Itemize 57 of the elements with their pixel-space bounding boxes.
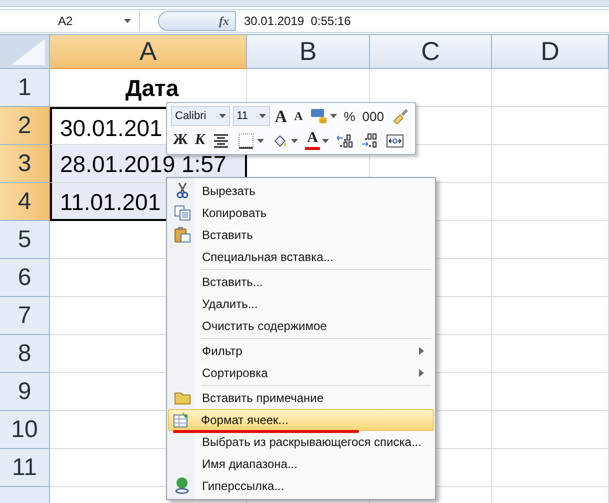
copy-icon <box>174 204 191 221</box>
menu-item[interactable]: Выбрать из раскрывающегося списка... <box>169 431 433 453</box>
toolbar-button[interactable]: A <box>292 106 305 126</box>
menu-item[interactable]: Гиперссылка... <box>169 475 433 497</box>
menu-item[interactable]: Вставить <box>169 224 433 246</box>
row-header[interactable]: 1 <box>0 69 50 107</box>
caret-icon[interactable] <box>124 19 131 23</box>
column-header[interactable]: C <box>370 35 492 69</box>
font-field[interactable]: Calibri <box>171 106 230 126</box>
toolbar-button[interactable]: A <box>303 130 332 151</box>
decimal-arrow-icon <box>336 132 354 149</box>
formula-value[interactable]: 30.01.2019 0:55:16 <box>244 14 351 28</box>
row-header[interactable]: 9 <box>0 373 50 411</box>
column-header[interactable]: A <box>50 35 247 69</box>
menu-item[interactable]: Сортировка <box>169 362 433 384</box>
row-header[interactable]: 11 <box>0 449 50 487</box>
row-header[interactable]: 2 <box>0 107 50 145</box>
column-header[interactable]: D <box>492 35 609 69</box>
menu-item[interactable]: Фильтр <box>169 340 433 362</box>
table-cell: Дата <box>50 69 247 107</box>
caret-icon[interactable] <box>257 138 264 143</box>
toolbar-button[interactable]: A <box>272 106 290 126</box>
row-header[interactable]: 8 <box>0 335 50 373</box>
menu-item[interactable]: Вставить примечание <box>169 387 433 409</box>
row-header[interactable]: 5 <box>0 221 50 259</box>
menu-item[interactable]: Формат ячеек... <box>168 409 434 431</box>
clipboard-icon <box>174 226 191 243</box>
caret-icon[interactable] <box>218 114 226 118</box>
money-icon <box>310 108 328 124</box>
menu-item[interactable]: Очистить содержимое <box>169 315 433 337</box>
menu-item[interactable]: Специальная вставка... <box>169 246 433 268</box>
scissors-icon <box>174 182 191 199</box>
merge-cells-icon <box>386 132 404 149</box>
row-header[interactable]: 7 <box>0 297 50 335</box>
borders-icon <box>237 132 256 149</box>
caret-icon[interactable] <box>330 114 337 118</box>
table-format-icon <box>173 411 190 428</box>
toolbar-button[interactable]: 000 <box>360 106 386 126</box>
toolbar-button[interactable]: % <box>342 106 358 126</box>
globe-link-icon <box>174 477 191 494</box>
menu-item[interactable]: Удалить... <box>169 293 433 315</box>
column-header[interactable]: B <box>247 35 370 69</box>
align-center-icon <box>212 132 230 149</box>
decimal-arrow-icon <box>361 132 380 149</box>
caret-icon[interactable] <box>322 138 330 143</box>
name-box[interactable]: A2 <box>0 11 140 31</box>
caret-icon[interactable] <box>291 138 298 143</box>
menu-item[interactable]: Вставить... <box>169 271 433 293</box>
row-header[interactable]: 6 <box>0 259 50 297</box>
row-header[interactable]: 4 <box>0 183 50 221</box>
brush-icon <box>391 108 409 124</box>
formula-bar-handle[interactable]: fx <box>158 11 236 31</box>
caret-icon[interactable] <box>258 114 266 118</box>
row-header[interactable]: 3 <box>0 145 50 183</box>
font-size-field[interactable]: 11 <box>232 106 270 126</box>
menu-item[interactable]: Имя диапазона... <box>169 453 433 475</box>
row-header[interactable]: 10 <box>0 411 50 449</box>
